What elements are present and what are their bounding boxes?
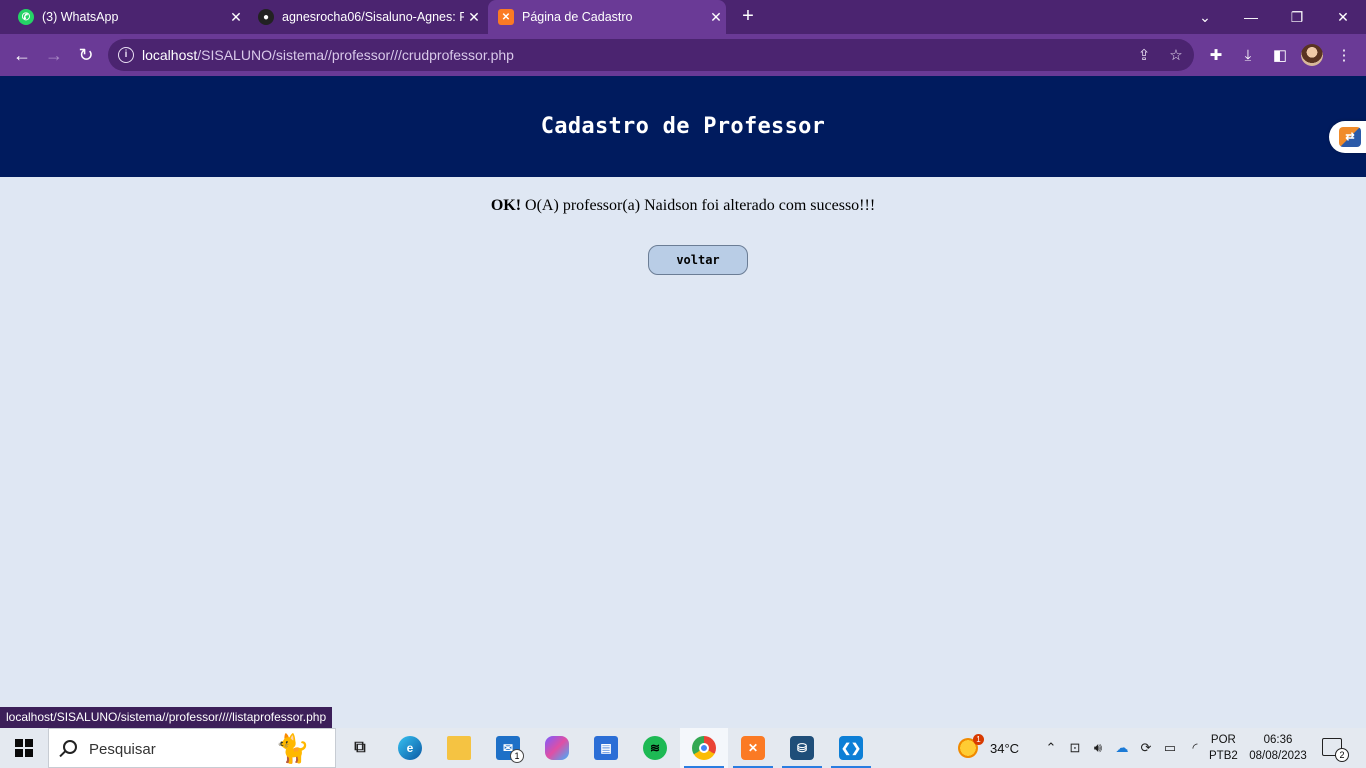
notification-badge: 2 (1335, 748, 1349, 762)
meet-now-icon[interactable]: ⊡ (1066, 739, 1084, 757)
voltar-button[interactable]: voltar (648, 245, 748, 275)
message-status: OK! (490, 197, 522, 214)
address-url[interactable]: localhost/SISALUNO/sistema//professor///… (142, 47, 514, 63)
translate-widget-icon: ⇄ (1339, 127, 1361, 147)
tab-title: (3) WhatsApp (42, 10, 119, 24)
language-indicator[interactable]: POR PTB2 (1209, 732, 1238, 764)
github-icon: ● (258, 9, 274, 25)
volume-icon[interactable]: 🔊︎ (1089, 739, 1107, 757)
site-info-icon[interactable]: i (118, 47, 134, 63)
mysql-workbench-button[interactable]: ⛁ (778, 728, 826, 768)
chrome-button[interactable] (680, 728, 728, 768)
tab-github[interactable]: ● agnesrocha06/Sisaluno-Agnes: R ✕ (250, 0, 484, 34)
taskbar-search[interactable]: Pesquisar 🐈 (48, 728, 336, 768)
news-icon: ▤ (594, 736, 618, 760)
page-header: Cadastro de Professor (0, 76, 1366, 177)
tab-title: Página de Cadastro (522, 10, 633, 24)
close-tab-icon[interactable]: ✕ (464, 9, 484, 26)
tab-search-chevron-icon[interactable]: ⌄ (1182, 0, 1228, 34)
search-placeholder: Pesquisar (89, 741, 156, 758)
download-icon[interactable]: ⤓ (1237, 44, 1259, 66)
chrome-icon (692, 736, 716, 760)
vscode-icon: ❮❯ (839, 736, 863, 760)
close-tab-icon[interactable]: ✕ (706, 9, 726, 26)
link-status-bar: localhost/SISALUNO/sistema//professor///… (0, 707, 333, 728)
profile-avatar[interactable] (1301, 44, 1323, 66)
edge-icon: e (398, 736, 422, 760)
restore-icon[interactable]: ❐ (1274, 0, 1320, 34)
clock-date: 08/08/2023 (1249, 750, 1307, 762)
search-icon (63, 740, 77, 754)
sun-icon: 1 (958, 734, 984, 758)
copilot-button[interactable] (533, 728, 581, 768)
folder-icon (447, 736, 471, 760)
wifi-icon[interactable]: ◜ (1186, 739, 1204, 757)
back-arrow-icon[interactable]: ← (9, 42, 35, 68)
battery-icon[interactable]: ▭ (1161, 739, 1179, 757)
clock-time: 06:36 (1263, 734, 1293, 746)
sync-icon[interactable]: ⟳ (1137, 739, 1155, 757)
success-message: OK! O(A) professor(a) Naidson foi altera… (0, 197, 1366, 215)
start-button[interactable] (0, 728, 48, 768)
windows-logo-icon (15, 739, 33, 757)
vscode-button[interactable]: ❮❯ (827, 728, 875, 768)
reload-icon[interactable]: ↻ (73, 42, 99, 68)
weather-temp: 34°C (990, 740, 1020, 756)
language-code: POR (1210, 734, 1236, 746)
show-hidden-icons-chevron-icon[interactable]: ⌃ (1042, 739, 1060, 757)
spotify-icon: ≋ (643, 736, 667, 760)
address-bar[interactable]: i localhost/SISALUNO/sistema//professor/… (108, 39, 1194, 71)
menu-kebab-icon[interactable]: ⋮ (1333, 44, 1355, 66)
task-view-button[interactable]: ⧉ (336, 728, 384, 768)
forward-arrow-icon[interactable]: → (41, 42, 67, 68)
app-icon (545, 736, 569, 760)
weather-alert-badge: 1 (973, 734, 984, 745)
mail-button[interactable]: ✉ 1 (484, 728, 532, 768)
page-title: Cadastro de Professor (540, 114, 826, 139)
side-panel-icon[interactable]: ◧ (1269, 44, 1291, 66)
close-window-icon[interactable]: ✕ (1320, 0, 1366, 34)
weather-widget[interactable]: 1 34°C (958, 728, 1019, 768)
new-tab-button[interactable]: + (737, 6, 759, 28)
mail-badge: 1 (510, 749, 524, 763)
spotify-button[interactable]: ≋ (631, 728, 679, 768)
clock[interactable]: 06:36 08/08/2023 (1246, 732, 1310, 764)
close-tab-icon[interactable]: ✕ (226, 9, 246, 26)
share-icon[interactable]: ⇪ (1134, 45, 1154, 65)
onedrive-cloud-icon[interactable]: ☁ (1113, 739, 1131, 757)
browser-toolbar: ← → ↻ i localhost/SISALUNO/sistema//prof… (0, 34, 1366, 76)
file-explorer-button[interactable] (435, 728, 483, 768)
minimize-icon[interactable]: — (1228, 0, 1274, 34)
extensions-puzzle-icon[interactable]: ✚ (1205, 44, 1227, 66)
database-icon: ⛁ (790, 736, 814, 760)
tab-whatsapp[interactable]: ✆ (3) WhatsApp ✕ (10, 0, 246, 34)
notification-center-icon[interactable]: 2 (1322, 738, 1349, 762)
xampp-button[interactable]: ✕ (729, 728, 777, 768)
keyboard-layout: PTB2 (1209, 750, 1238, 762)
message-text: O(A) professor(a) Naidson foi alterado c… (521, 197, 876, 214)
floating-widget[interactable]: ⇄ (1329, 121, 1366, 153)
windows-taskbar: Pesquisar 🐈 ⧉ e ✉ 1 ▤ ≋ ✕ ⛁ ❮❯ 1 34°C ⌃ … (0, 728, 1366, 768)
bookmark-star-icon[interactable]: ☆ (1166, 45, 1186, 65)
edge-button[interactable]: e (386, 728, 434, 768)
tab-pagina-de-cadastro[interactable]: ✕ Página de Cadastro ✕ (488, 0, 726, 34)
xampp-icon: ✕ (498, 9, 514, 25)
whatsapp-icon: ✆ (18, 9, 34, 25)
browser-tab-bar: ✆ (3) WhatsApp ✕ ● agnesrocha06/Sisaluno… (0, 0, 1366, 34)
xampp-icon: ✕ (741, 736, 765, 760)
search-highlight-cat-icon: 🐈 (275, 733, 310, 764)
news-button[interactable]: ▤ (582, 728, 630, 768)
task-view-icon: ⧉ (354, 739, 366, 756)
tab-title: agnesrocha06/Sisaluno-Agnes: R (282, 10, 464, 24)
